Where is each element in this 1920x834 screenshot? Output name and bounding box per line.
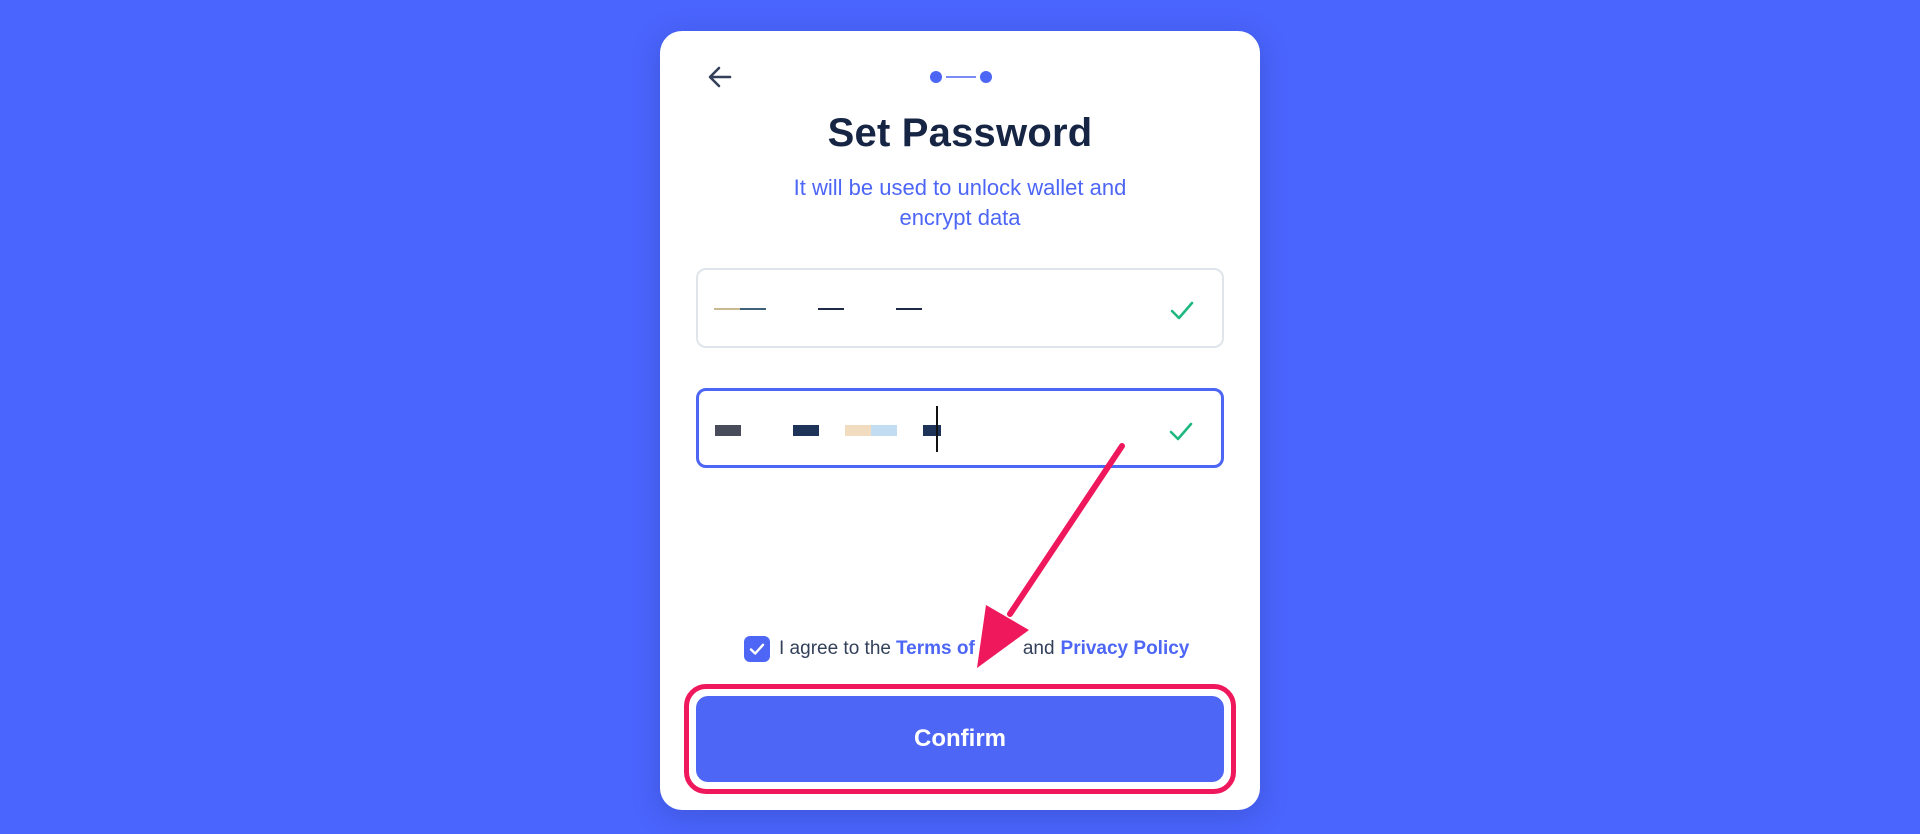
terms-link[interactable]: Terms of bbox=[896, 638, 975, 660]
agreement-row: I agree to the Terms of and Privacy Poli… bbox=[744, 634, 1189, 664]
check-icon bbox=[1170, 301, 1194, 320]
arrow-left-icon bbox=[708, 66, 732, 88]
step-indicator bbox=[930, 71, 992, 83]
check-icon bbox=[1169, 422, 1193, 441]
agreement-prefix: I agree to the bbox=[779, 638, 891, 659]
back-button[interactable] bbox=[700, 57, 740, 97]
agree-checkbox[interactable] bbox=[744, 636, 770, 662]
agreement-conjunction: and bbox=[1022, 638, 1055, 659]
page-title: Set Password bbox=[827, 111, 1093, 155]
page-subtitle: It will be used to unlock wallet and enc… bbox=[793, 175, 1127, 230]
checkmark-icon bbox=[749, 643, 765, 655]
step-dot-2 bbox=[980, 71, 992, 83]
text-caret bbox=[936, 406, 938, 452]
password-field[interactable] bbox=[696, 268, 1224, 348]
confirm-button[interactable]: Confirm bbox=[696, 696, 1224, 782]
confirm-password-field[interactable] bbox=[696, 388, 1224, 468]
step-dot-1 bbox=[930, 71, 942, 83]
privacy-policy-link[interactable]: Privacy Policy bbox=[1061, 638, 1190, 660]
set-password-card: Set Password It will be used to unlock w… bbox=[660, 31, 1260, 810]
